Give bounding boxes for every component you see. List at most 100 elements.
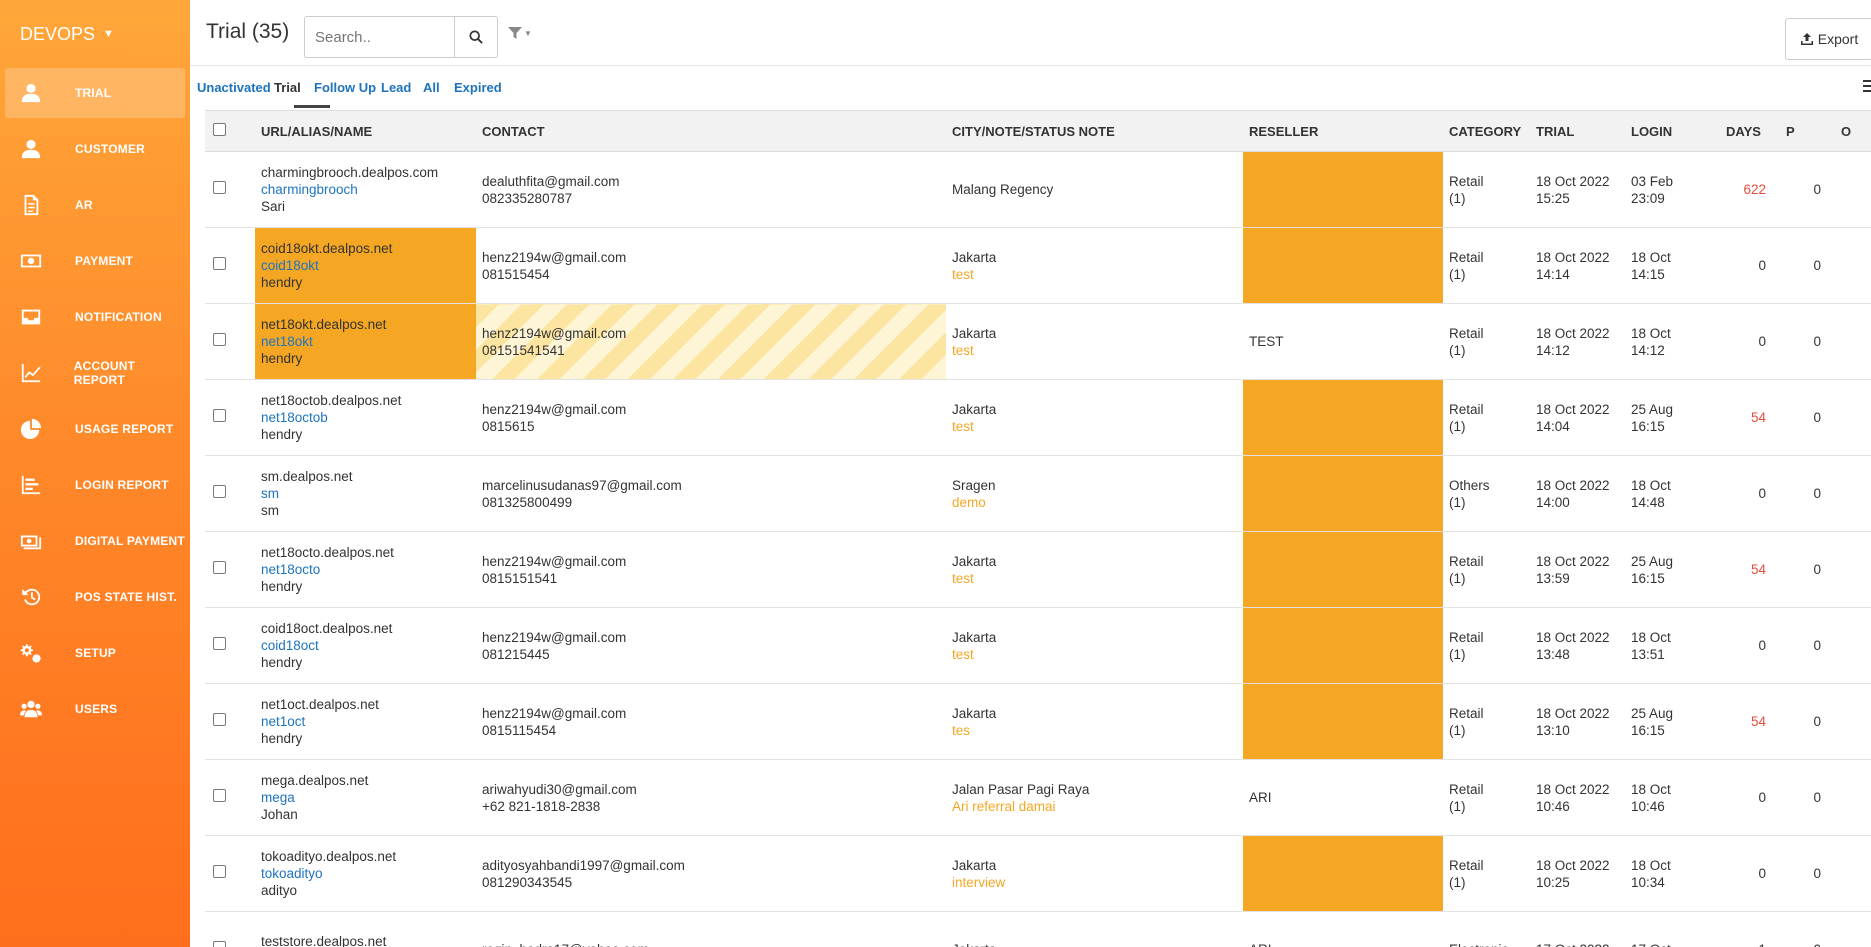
phone-text: 081215445 xyxy=(482,646,550,662)
sidebar-item-pos-state-hist[interactable]: POS STATE HIST. xyxy=(5,572,185,622)
column-header-url-alias-name[interactable]: URL/ALIAS/NAME xyxy=(255,110,476,152)
row-select-cell xyxy=(205,607,255,684)
alias-link[interactable]: net18okt xyxy=(261,333,470,350)
caret-down-icon: ▼ xyxy=(524,28,532,38)
search-input[interactable] xyxy=(304,16,454,58)
column-header-reseller[interactable]: RESELLER xyxy=(1243,110,1443,152)
row-checkbox[interactable] xyxy=(213,485,226,498)
table-row[interactable]: net18octo.dealpos.net net18octo hendry henz… xyxy=(205,531,1871,608)
login-date: 18 Oct xyxy=(1631,781,1671,797)
login-time: 14:12 xyxy=(1631,342,1665,358)
email-text: henz2194w@gmail.com xyxy=(482,401,627,417)
login-date: 18 Oct xyxy=(1631,325,1671,341)
column-header-p[interactable]: P xyxy=(1780,110,1835,152)
reseller-cell: ARI xyxy=(1243,759,1443,836)
tab-lead[interactable]: Lead xyxy=(381,80,411,95)
email-text: adityosyahbandi1997@gmail.com xyxy=(482,857,685,873)
row-checkbox[interactable] xyxy=(213,865,226,878)
tab-unactivated[interactable]: Unactivated xyxy=(197,80,271,95)
o-cell: 0 xyxy=(1835,683,1871,760)
row-checkbox[interactable] xyxy=(213,181,226,194)
filter-button[interactable]: ▼ xyxy=(508,27,532,39)
trial-cell: 18 Oct 2022 14:00 xyxy=(1530,455,1625,532)
category-cell: Retail (1) xyxy=(1443,379,1530,456)
name-text: hendry xyxy=(261,579,303,594)
export-button[interactable]: Export xyxy=(1785,18,1871,60)
contact-cell: dealuthfita@gmail.com 082335280787 xyxy=(476,151,946,228)
login-cell: 18 Oct 13:51 xyxy=(1625,607,1720,684)
alias-link[interactable]: sm xyxy=(261,485,470,502)
row-checkbox[interactable] xyxy=(213,333,226,346)
row-checkbox[interactable] xyxy=(213,257,226,270)
table-row[interactable]: coid18okt.dealpos.net coid18okt hendry henz… xyxy=(205,227,1871,304)
row-checkbox[interactable] xyxy=(213,637,226,650)
column-header-category[interactable]: CATEGORY xyxy=(1443,110,1530,152)
column-header-city-note-status-note[interactable]: CITY/NOTE/STATUS NOTE xyxy=(946,110,1243,152)
note-text: demo xyxy=(952,494,986,510)
table-row[interactable]: coid18oct.dealpos.net coid18oct hendry henz… xyxy=(205,607,1871,684)
login-date: 25 Aug xyxy=(1631,705,1674,721)
column-header-contact[interactable]: CONTACT xyxy=(476,110,946,152)
row-checkbox[interactable] xyxy=(213,713,226,726)
url-text: net18octo.dealpos.net xyxy=(261,545,394,560)
alias-link[interactable]: mega xyxy=(261,789,470,806)
login-cell: 18 Oct 14:12 xyxy=(1625,303,1720,380)
alias-link[interactable]: net18octob xyxy=(261,409,470,426)
sidebar-item-trial[interactable]: TRIAL xyxy=(5,68,185,118)
table-row[interactable]: teststore.dealpos.netteststore regin_badr… xyxy=(205,911,1871,947)
sidebar-item-login-report[interactable]: LOGIN REPORT xyxy=(5,460,185,510)
sidebar-item-ar[interactable]: AR xyxy=(5,180,185,230)
sidebar-item-customer[interactable]: CUSTOMER xyxy=(5,124,185,174)
table-row[interactable]: net18okt.dealpos.net net18okt hendry henz21… xyxy=(205,303,1871,380)
search-group xyxy=(304,16,538,58)
tab-follow-up[interactable]: Follow Up xyxy=(314,80,376,95)
alias-link[interactable]: coid18oct xyxy=(261,637,470,654)
table-row[interactable]: mega.dealpos.net mega Johan ariwahyudi30@gm… xyxy=(205,759,1871,836)
sidebar-item-users[interactable]: USERS xyxy=(5,684,185,734)
alias-link[interactable]: net1oct xyxy=(261,713,470,730)
select-all-checkbox[interactable] xyxy=(213,123,226,136)
table-row[interactable]: charmingbrooch.dealpos.com charmingbrooch… xyxy=(205,151,1871,228)
alias-link[interactable]: tokoadityo xyxy=(261,865,470,882)
note-text: test xyxy=(952,646,974,662)
sidebar-item-setup[interactable]: SETUP xyxy=(5,628,185,678)
url-alias-name-cell: teststore.dealpos.netteststore xyxy=(255,911,476,947)
brand-dropdown[interactable]: DEVOPS ▼ xyxy=(0,0,190,68)
reseller-cell xyxy=(1243,683,1443,760)
sidebar-item-account-report[interactable]: ACCOUNT REPORT xyxy=(5,348,185,398)
city-text: Jakarta xyxy=(952,629,997,645)
alias-link[interactable]: coid18okt xyxy=(261,257,470,274)
alias-link[interactable]: net18octo xyxy=(261,561,470,578)
column-header-trial[interactable]: TRIAL xyxy=(1530,110,1625,152)
column-header-login[interactable]: LOGIN xyxy=(1625,110,1720,152)
table-row[interactable]: net18octob.dealpos.net net18octob hendry he… xyxy=(205,379,1871,456)
sidebar-item-payment[interactable]: PAYMENT xyxy=(5,236,185,286)
tab-all[interactable]: All xyxy=(423,80,440,95)
category-text: Retail xyxy=(1449,705,1484,721)
menu-icon[interactable] xyxy=(1863,80,1871,92)
tab-expired[interactable]: Expired xyxy=(454,80,502,95)
row-select-cell xyxy=(205,683,255,760)
row-checkbox[interactable] xyxy=(213,941,226,947)
alias-link[interactable]: charmingbrooch xyxy=(261,181,470,198)
days-cell: 1 xyxy=(1720,911,1780,947)
caret-down-icon: ▼ xyxy=(103,28,114,40)
table-row[interactable]: net1oct.dealpos.net net1oct hendry henz2194… xyxy=(205,683,1871,760)
tab-trial[interactable]: Trial xyxy=(274,80,301,95)
sidebar-item-usage-report[interactable]: USAGE REPORT xyxy=(5,404,185,454)
table-row[interactable]: sm.dealpos.net sm sm marcelinusudanas97@gma… xyxy=(205,455,1871,532)
phone-text: 0815615 xyxy=(482,418,535,434)
sidebar-item-notification[interactable]: NOTIFICATION xyxy=(5,292,185,342)
search-button[interactable] xyxy=(454,16,498,58)
column-header-o[interactable]: O xyxy=(1835,110,1871,152)
column-header-days[interactable]: DAYS xyxy=(1720,110,1780,152)
row-checkbox[interactable] xyxy=(213,789,226,802)
p-cell: 0 xyxy=(1780,303,1835,380)
login-date: 18 Oct xyxy=(1631,477,1671,493)
category-text: Retail xyxy=(1449,553,1484,569)
table-row[interactable]: tokoadityo.dealpos.net tokoadityo adityo ad… xyxy=(205,835,1871,912)
sidebar-item-digital-payment[interactable]: DIGITAL PAYMENT xyxy=(5,516,185,566)
row-checkbox[interactable] xyxy=(213,409,226,422)
row-checkbox[interactable] xyxy=(213,561,226,574)
category-cell: Retail (1) xyxy=(1443,531,1530,608)
